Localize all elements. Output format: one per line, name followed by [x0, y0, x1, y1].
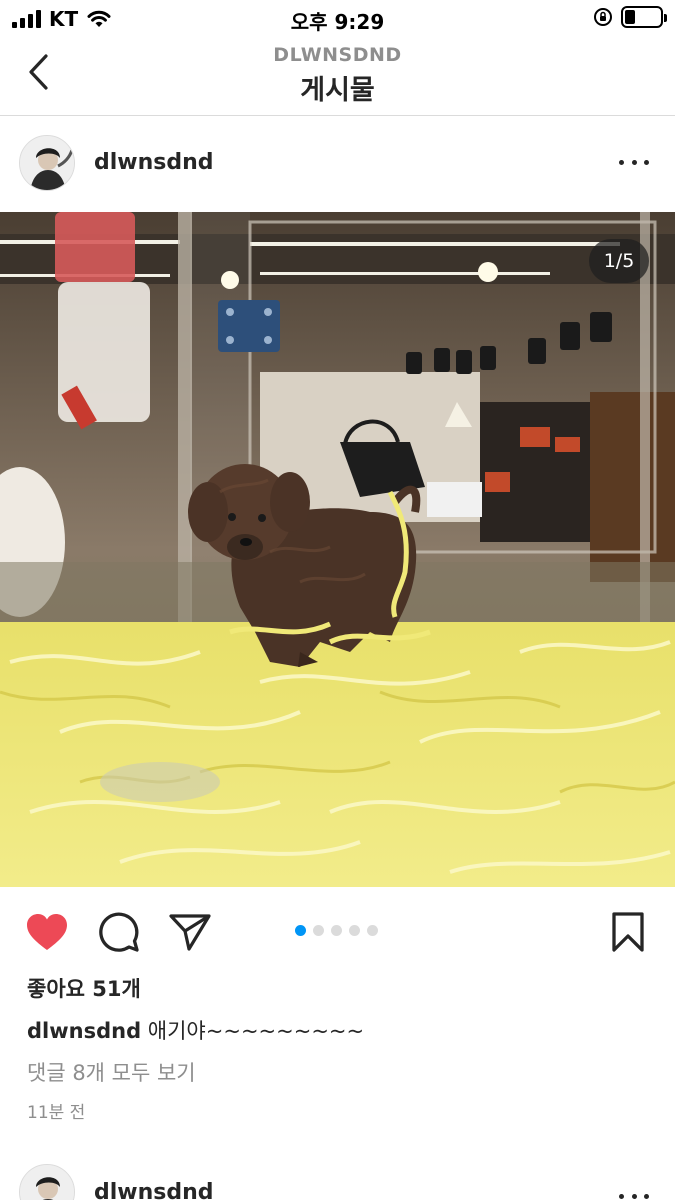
comment-button[interactable]: [96, 909, 142, 955]
post-actions: [0, 887, 675, 973]
puppy-photo: [0, 212, 675, 887]
header-username: DLWNSDND: [273, 44, 402, 66]
view-all-comments-link[interactable]: 댓글 8개 모두 보기: [27, 1057, 196, 1087]
carousel-dot: [313, 925, 324, 936]
caption-text: 애기야~~~~~~~~~: [147, 1019, 365, 1043]
comment-icon: [99, 912, 139, 952]
battery-level: [625, 10, 636, 24]
post-header: dlwnsdnd: [0, 116, 675, 212]
page-title: 게시물: [300, 75, 375, 106]
post-timestamp: 11분 전: [27, 1103, 86, 1123]
likes-count[interactable]: 좋아요 51개: [27, 973, 141, 1003]
avatar[interactable]: [19, 135, 75, 191]
post-photo[interactable]: 1/5: [0, 212, 675, 887]
photo-page-indicator: 1/5: [589, 239, 649, 283]
status-right: [593, 6, 667, 28]
post-username[interactable]: dlwnsdnd: [94, 150, 214, 175]
more-options-button[interactable]: [619, 150, 649, 174]
carousel-dot: [331, 925, 342, 936]
status-bar: KT 오후 9:29: [0, 0, 675, 36]
more-horizontal-icon: [619, 159, 624, 165]
carousel-dot: [295, 925, 306, 936]
post-username[interactable]: dlwnsdnd: [94, 1180, 214, 1200]
save-button[interactable]: [605, 909, 651, 955]
status-time: 오후 9:29: [290, 10, 385, 34]
share-button[interactable]: [167, 909, 213, 955]
battery-icon: [621, 6, 667, 28]
more-horizontal-icon: [619, 1193, 624, 1199]
carousel-dot: [367, 925, 378, 936]
next-post-header: dlwnsdnd: [0, 1150, 675, 1200]
orientation-lock-icon: [594, 8, 612, 26]
avatar[interactable]: [19, 1164, 75, 1200]
carousel-dot: [349, 925, 360, 936]
heart-icon: [27, 914, 67, 950]
bookmark-icon: [612, 912, 644, 952]
send-icon: [169, 914, 211, 951]
nav-header: DLWNSDND 게시물: [0, 36, 675, 116]
caption: dlwnsdnd 애기야~~~~~~~~~: [27, 1015, 364, 1045]
like-button[interactable]: [24, 909, 70, 955]
caption-username[interactable]: dlwnsdnd: [27, 1019, 141, 1043]
carousel-dots: [295, 925, 378, 936]
more-options-button[interactable]: [619, 1184, 649, 1200]
